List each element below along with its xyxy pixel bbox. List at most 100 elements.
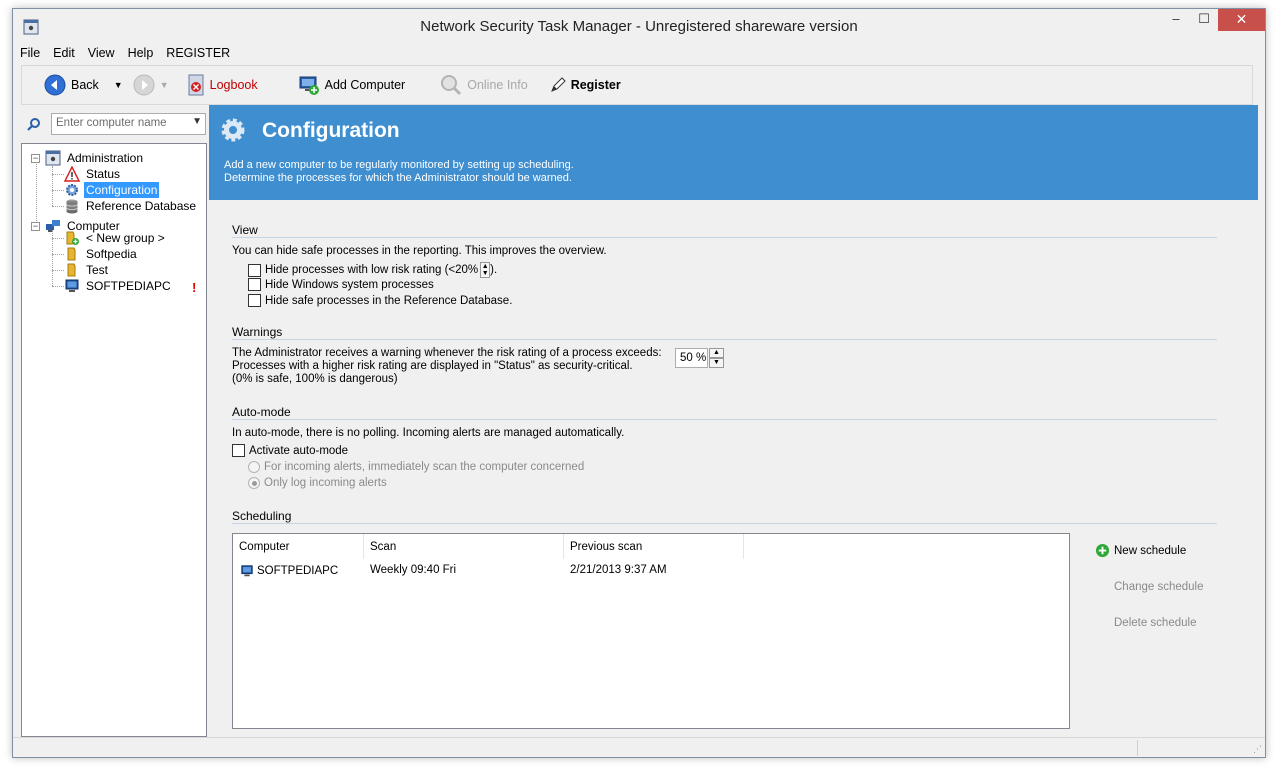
activate-automode-option[interactable]: Activate auto-mode	[232, 444, 348, 457]
banner-desc-line1: Add a new computer to be regularly monit…	[224, 159, 574, 171]
back-history-dropdown[interactable]: ▼	[114, 70, 123, 100]
configuration-panel: Configuration Add a new computer to be r…	[209, 105, 1258, 737]
column-header-computer[interactable]: Computer	[233, 534, 364, 559]
administration-collapse-toggle[interactable]: −	[31, 154, 40, 163]
register-label: Register	[570, 78, 621, 92]
app-window: Network Security Task Manager - Unregist…	[12, 8, 1266, 758]
scan-immediately-radio[interactable]	[248, 461, 260, 473]
warning-threshold-input[interactable]: 50 %	[675, 348, 708, 368]
logbook-label: Logbook	[209, 78, 258, 92]
online-info-button[interactable]: Online Info	[440, 70, 528, 100]
new-schedule-button[interactable]: New schedule	[1095, 543, 1186, 558]
forward-arrow-icon	[133, 74, 155, 96]
banner-desc-line2: Determine the processes for which the Ad…	[224, 172, 572, 184]
logbook-button[interactable]: Logbook	[187, 70, 258, 100]
computer-name-input[interactable]: Enter computer name ▼	[51, 113, 206, 135]
menu-bar: File Edit View Help REGISTER	[13, 43, 1265, 63]
register-pen-icon	[550, 77, 566, 92]
warnings-heading: Warnings	[232, 325, 283, 339]
hide-low-risk-checkbox[interactable]	[248, 263, 261, 277]
only-log-option[interactable]: Only log incoming alerts	[248, 477, 387, 489]
tree-item-new-group[interactable]: < New group >	[64, 230, 167, 246]
scan-immediately-label: For incoming alerts, immediately scan th…	[264, 461, 585, 473]
hide-windows-option[interactable]: Hide Windows system processes	[248, 278, 434, 291]
hide-low-risk-label-end: ).	[490, 264, 498, 276]
gear-icon	[66, 184, 78, 196]
status-divider	[1137, 740, 1138, 756]
group-folder-icon	[67, 263, 76, 277]
hide-refdb-option[interactable]: Hide safe processes in the Reference Dat…	[248, 294, 512, 307]
hide-refdb-label: Hide safe processes in the Reference Dat…	[265, 294, 513, 307]
logbook-icon	[188, 74, 204, 96]
stepper-up-icon[interactable]: ▲	[709, 348, 724, 358]
automode-heading: Auto-mode	[232, 405, 291, 419]
computer-name-placeholder: Enter computer name	[56, 117, 167, 129]
warning-triangle-icon	[64, 166, 80, 182]
menu-edit[interactable]: Edit	[46, 43, 81, 63]
tree-item-reference-database[interactable]: Reference Database	[64, 198, 198, 214]
menu-file[interactable]: File	[13, 43, 46, 63]
hide-low-risk-option[interactable]: Hide processes with low risk rating (<20…	[248, 262, 497, 278]
tree-label-softpedia: Softpedia	[86, 247, 137, 261]
tree-item-softpedia[interactable]: Softpedia	[64, 246, 139, 262]
register-button[interactable]: Register	[550, 70, 621, 100]
warnings-line2: Processes with a higher risk rating are …	[232, 360, 633, 372]
search-icon[interactable]	[27, 117, 41, 131]
back-button[interactable]: Back	[44, 70, 99, 100]
scan-immediately-option[interactable]: For incoming alerts, immediately scan th…	[248, 461, 584, 473]
online-info-label: Online Info	[467, 78, 528, 92]
tree-item-administration[interactable]: Administration	[45, 150, 145, 166]
schedule-list: Computer Scan Previous scan SOFTPEDIAPC …	[232, 533, 1070, 729]
tree-label-reference-database: Reference Database	[86, 199, 197, 213]
hide-refdb-checkbox[interactable]	[248, 294, 261, 307]
administration-icon	[45, 150, 61, 166]
view-separator	[232, 237, 1217, 238]
menu-help[interactable]: Help	[121, 43, 160, 63]
computer-monitor-icon	[65, 279, 79, 292]
only-log-radio[interactable]	[248, 477, 260, 489]
warnings-line3: (0% is safe, 100% is dangerous)	[232, 373, 398, 385]
tree-item-test[interactable]: Test	[64, 262, 110, 278]
window-title: Network Security Task Manager - Unregist…	[420, 18, 858, 35]
add-computer-icon	[299, 76, 319, 95]
minimize-button[interactable]: –	[1162, 9, 1190, 31]
risk-threshold-stepper[interactable]: ▲ ▼	[480, 262, 491, 278]
hide-low-risk-label: Hide processes with low risk rating (<20…	[265, 264, 479, 276]
warning-threshold-stepper[interactable]: ▲ ▼	[709, 348, 724, 368]
menu-view[interactable]: View	[81, 43, 121, 63]
warnings-line1: The Administrator receives a warning whe…	[232, 347, 662, 359]
tree-item-status[interactable]: Status	[64, 166, 122, 182]
forward-button[interactable]	[133, 70, 160, 100]
menu-register[interactable]: REGISTER	[159, 43, 236, 63]
toolbar: Back ▼ ▼ Logbook Add Computer Online Inf…	[21, 65, 1253, 105]
tree-item-softpediapc[interactable]: SOFTPEDIAPC	[64, 278, 173, 294]
delete-schedule-button[interactable]: Delete schedule	[1114, 617, 1196, 629]
table-row[interactable]: SOFTPEDIAPC	[240, 564, 338, 578]
close-button[interactable]: ✕	[1218, 9, 1265, 31]
maximize-button[interactable]: ☐	[1190, 9, 1218, 31]
forward-history-dropdown[interactable]: ▼	[160, 70, 169, 100]
tree-label-status: Status	[86, 167, 121, 181]
chevron-down-icon[interactable]: ▼	[192, 116, 202, 127]
view-heading: View	[232, 223, 258, 237]
add-computer-button[interactable]: Add Computer	[298, 70, 406, 100]
resize-grip-icon[interactable]: ⋰	[1253, 744, 1262, 755]
hide-windows-label: Hide Windows system processes	[265, 278, 434, 291]
view-intro: You can hide safe processes in the repor…	[232, 245, 607, 257]
database-icon	[66, 199, 78, 214]
stepper-down-icon[interactable]: ▼	[709, 358, 724, 368]
change-schedule-button[interactable]: Change schedule	[1114, 581, 1204, 593]
column-header-scan[interactable]: Scan	[364, 534, 564, 559]
network-computers-icon	[46, 220, 60, 232]
hide-windows-checkbox[interactable]	[248, 278, 261, 291]
configuration-banner: Configuration Add a new computer to be r…	[209, 105, 1258, 200]
only-log-label: Only log incoming alerts	[264, 477, 387, 489]
column-header-previous-scan[interactable]: Previous scan	[564, 534, 744, 559]
tree-label-new-group: < New group >	[86, 231, 165, 245]
add-computer-label: Add Computer	[324, 78, 406, 92]
activate-automode-label: Activate auto-mode	[249, 444, 349, 457]
tree-label-configuration: Configuration	[84, 182, 160, 198]
computer-collapse-toggle[interactable]: −	[31, 222, 40, 231]
tree-item-configuration[interactable]: Configuration	[64, 182, 160, 198]
activate-automode-checkbox[interactable]	[232, 444, 245, 457]
